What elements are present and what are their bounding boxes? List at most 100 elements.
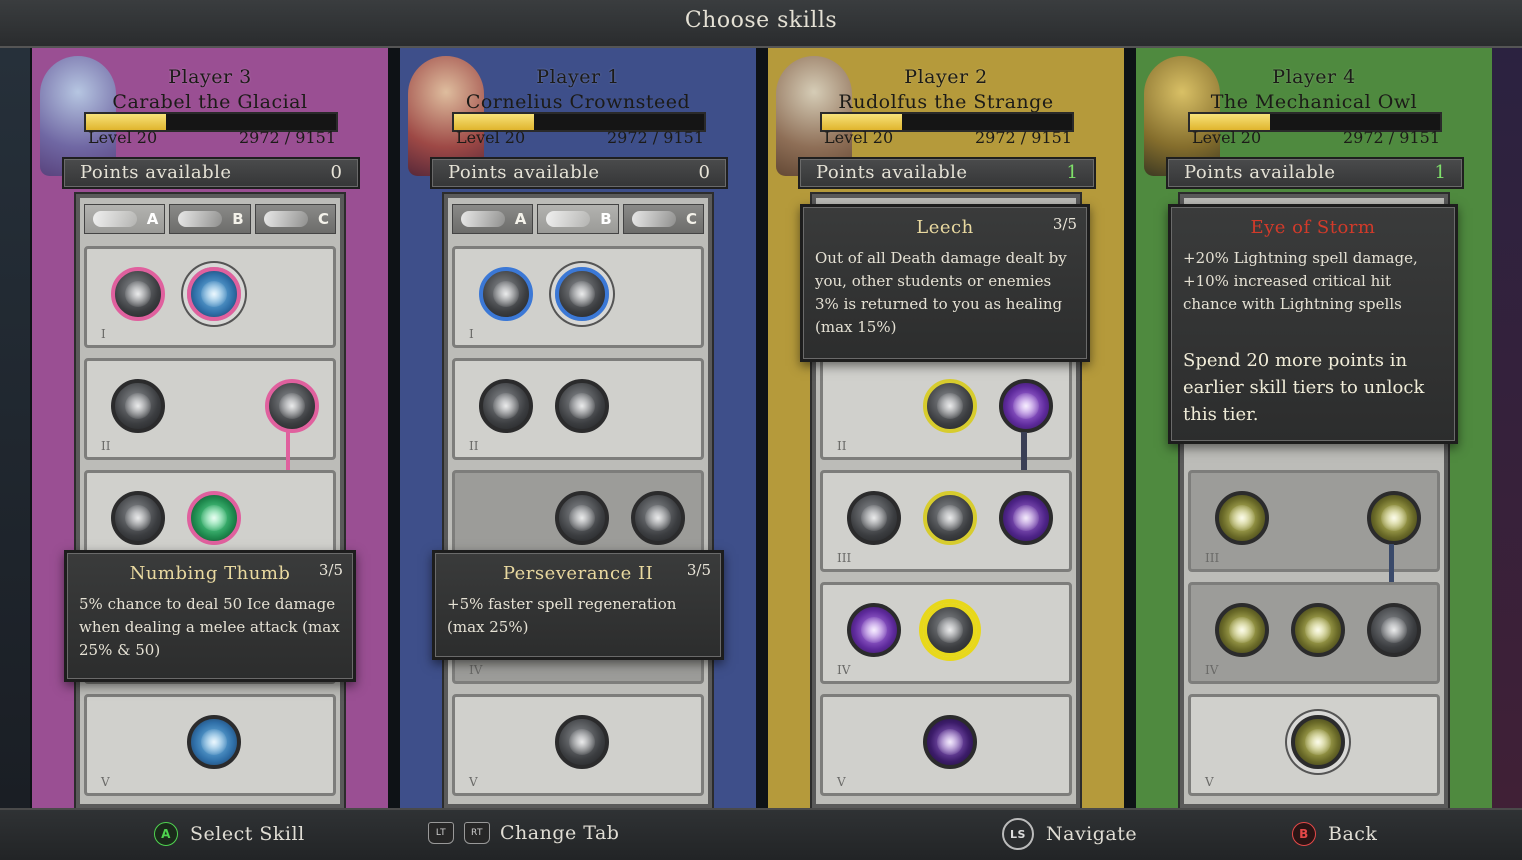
skill-tier-4: IV [1188, 582, 1440, 684]
left-background-art [0, 48, 30, 808]
tooltip-title: Numbing Thumb [129, 563, 291, 584]
top-bar: Choose skills [0, 0, 1522, 48]
skill-board: A B C I II III IV V [444, 194, 712, 808]
skill-node-shock-man[interactable] [1215, 603, 1269, 657]
skill-node-possess[interactable] [999, 491, 1053, 545]
firestorm-icon [645, 505, 671, 531]
skill-node-dark-flame[interactable] [999, 379, 1053, 433]
skill-node-spirit[interactable] [923, 491, 977, 545]
tooltip-rank: 3/5 [318, 561, 343, 579]
skill-node-swirl[interactable] [555, 267, 609, 321]
tier-numeral: II [837, 439, 847, 453]
ice-shard-icon [201, 281, 227, 307]
sparkle-heal-icon [201, 505, 227, 531]
change-tab-label: Change Tab [500, 822, 620, 844]
select-skill-hint[interactable]: A Select Skill [154, 822, 305, 846]
navigate-hint[interactable]: LS Navigate [1002, 818, 1137, 850]
skill-node-firestorm[interactable] [631, 491, 685, 545]
b-button-icon: B [1292, 822, 1316, 846]
lightning-icon [1229, 505, 1255, 531]
storm-swirl-icon [1305, 617, 1331, 643]
skill-node-group[interactable] [847, 491, 901, 545]
skill-node-frost-wave[interactable] [187, 715, 241, 769]
points-available: Points available 0 [430, 157, 728, 189]
tier-numeral: I [469, 327, 474, 341]
skill-node-guard[interactable] [111, 379, 165, 433]
level-label: Level 20 [456, 128, 526, 147]
skill-node-soul-drain[interactable] [923, 603, 977, 657]
eye-of-storm-icon [1305, 729, 1331, 755]
player-label: Player 3 [168, 66, 252, 88]
tab-c[interactable]: C [622, 204, 704, 234]
skill-tier-3: III [820, 470, 1072, 572]
skill-node-shadow-fire[interactable] [847, 603, 901, 657]
points-value: 1 [1434, 162, 1446, 183]
shocked-person-icon [1229, 617, 1255, 643]
skill-node-fire[interactable] [555, 491, 609, 545]
xp-value: 2972 / 9151 [239, 128, 336, 147]
tab-b[interactable]: B [537, 204, 619, 234]
left-stick-icon: LS [1002, 818, 1034, 850]
skill-tooltip: Leech 3/5 Out of all Death damage dealt … [800, 204, 1090, 362]
skill-node-dash[interactable] [479, 379, 533, 433]
points-value: 1 [1066, 162, 1078, 183]
skill-tooltip: Perseverance II 3/5 +5% faster spell reg… [432, 550, 724, 660]
points-available: Points available 0 [62, 157, 360, 189]
points-value: 0 [698, 162, 710, 183]
dash-icon [493, 393, 519, 419]
tab-b[interactable]: B [169, 204, 251, 234]
skill-tooltip: Numbing Thumb 3/5 5% chance to deal 50 I… [64, 550, 356, 682]
skill-node-heal[interactable] [187, 491, 241, 545]
skill-tier-5: V [452, 694, 704, 796]
skill-tier-5: V [820, 694, 1072, 796]
skill-node-lightning[interactable] [1215, 491, 1269, 545]
skill-node-eye-of-storm[interactable] [1291, 715, 1345, 769]
tooltip-description: +5% faster spell regeneration (max 25%) [447, 595, 677, 636]
tab-c[interactable]: C [254, 204, 336, 234]
tooltip-title: Leech [916, 217, 974, 238]
screen-title: Choose skills [684, 8, 838, 33]
skill-node-strength[interactable] [111, 491, 165, 545]
skill-node-whirlwind[interactable] [111, 267, 165, 321]
tooltip-unlock-warning: Spend 20 more points in earlier skill ti… [1183, 350, 1425, 425]
skill-node-slash[interactable] [555, 379, 609, 433]
possess-icon [1013, 505, 1039, 531]
points-available: Points available 1 [798, 157, 1096, 189]
tooltip-rank: 3/5 [1052, 215, 1077, 233]
skill-tier-1: I [452, 246, 704, 348]
skill-node-inferno[interactable] [555, 715, 609, 769]
controls-bar: A Select Skill LT RT Change Tab LS Navig… [0, 808, 1522, 860]
claw-icon [1381, 505, 1407, 531]
tier-numeral: IV [1205, 663, 1219, 677]
tier-numeral: IV [837, 663, 851, 677]
tab-a[interactable]: A [84, 204, 166, 234]
player-column-4: Player 4 The Mechanical Owl Level 20 297… [1136, 48, 1492, 808]
fire-icon [569, 505, 595, 531]
skill-node-ice-shard[interactable] [187, 267, 241, 321]
frost-wave-icon [201, 729, 227, 755]
soul-drain-icon [937, 617, 963, 643]
back-hint[interactable]: B Back [1292, 822, 1377, 846]
skill-node-flame[interactable] [479, 267, 533, 321]
skill-node-void[interactable] [923, 715, 977, 769]
slash-icon [569, 393, 595, 419]
change-tab-hint[interactable]: LT RT Change Tab [428, 822, 619, 844]
wind-icon [93, 211, 137, 227]
group-icon [861, 505, 887, 531]
skill-node-gust[interactable] [1367, 603, 1421, 657]
skill-node-claw[interactable] [1367, 491, 1421, 545]
points-value: 0 [330, 162, 342, 183]
navigate-label: Navigate [1046, 823, 1138, 845]
skill-tier-4: IV [820, 582, 1072, 684]
skill-tabs: A B C [84, 204, 336, 234]
skill-node-storm-swirl[interactable] [1291, 603, 1345, 657]
skill-tier-5: V [84, 694, 336, 796]
skill-node-leech[interactable] [923, 379, 977, 433]
rt-trigger-icon: RT [464, 822, 490, 844]
xp-value: 2972 / 9151 [975, 128, 1072, 147]
tooltip-description: +20% Lightning spell damage, +10% increa… [1183, 249, 1418, 313]
tab-a[interactable]: A [452, 204, 534, 234]
tooltip-title: Perseverance II [502, 563, 654, 584]
skill-node-aura[interactable] [265, 379, 319, 433]
skill-tier-3: III [1188, 470, 1440, 572]
